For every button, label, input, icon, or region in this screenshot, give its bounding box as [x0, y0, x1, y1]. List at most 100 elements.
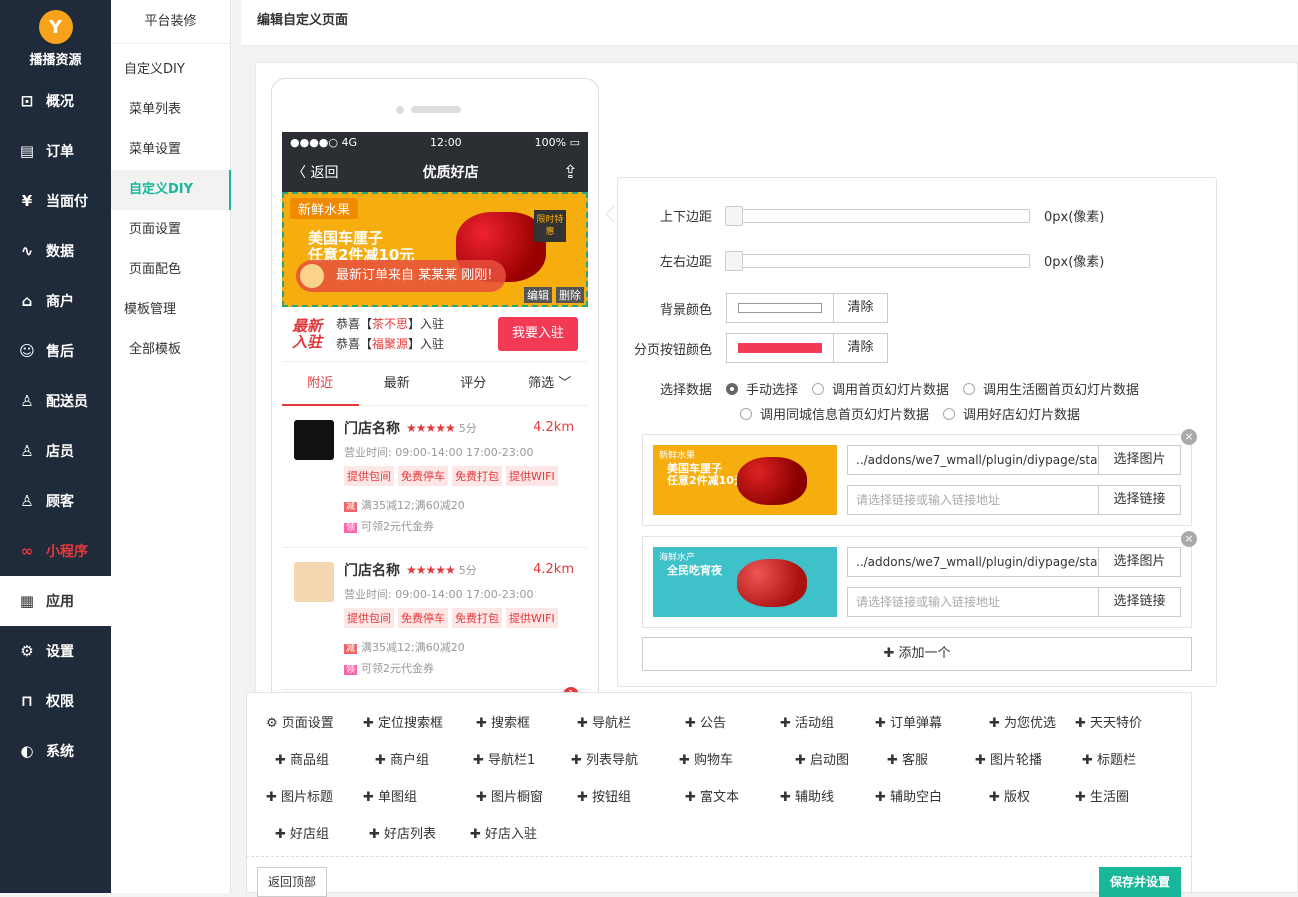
nav-item-3[interactable]: ∿ 数据 [0, 226, 111, 276]
radio-manual[interactable]: 手动选择 [726, 379, 798, 398]
delete-button[interactable]: 删除 [556, 287, 584, 303]
store-card[interactable]: 门店名称 ★★★★★ 5分 4.2km 营业时间: 09:00-14:00 17:00-… [282, 406, 588, 548]
tab-nearby[interactable]: 附近 [282, 362, 359, 406]
store-card[interactable]: 门店名称 ★★★★★ 5分 4.2km 营业时间: 09:00-14:00 17:00-… [282, 548, 588, 690]
thumb-line1: 全民吃宵夜 [667, 564, 722, 577]
palette-item[interactable]: ✚ 好店组 [275, 823, 329, 842]
overview-icon: ⊡ [20, 92, 34, 110]
tab-filter[interactable]: 筛选 ﹀ [512, 362, 589, 406]
palette-item[interactable]: ✚ 辅助空白 [875, 786, 942, 805]
nav-item-0[interactable]: ⊡ 概况 [0, 76, 111, 126]
bg-color-picker[interactable] [726, 293, 834, 323]
nav-item-10[interactable]: ▦ 应用 [0, 576, 111, 626]
subnav-page-settings[interactable]: 页面设置 [111, 210, 231, 250]
palette-item[interactable]: ✚ 好店入驻 [470, 823, 537, 842]
palette-item[interactable]: ✚ 为您优选 [989, 712, 1056, 731]
add-slide-button[interactable]: ✚ 添加一个 [642, 637, 1192, 671]
palette-item[interactable]: ✚ 搜索框 [476, 712, 530, 731]
palette-item[interactable]: ✚ 启动图 [795, 749, 849, 768]
subnav-menu-settings[interactable]: 菜单设置 [111, 130, 231, 170]
nav-item-9[interactable]: ∞ 小程序 [0, 526, 111, 576]
palette-item[interactable]: ✚ 活动组 [780, 712, 834, 731]
nav-item-2[interactable]: ¥ 当面付 [0, 176, 111, 226]
pager-color-picker[interactable] [726, 333, 834, 363]
nav-item-8[interactable]: ♙ 顾客 [0, 476, 111, 526]
palette-item[interactable]: ✚ 图片标题 [266, 786, 333, 805]
palette-item[interactable]: ✚ 天天特价 [1075, 712, 1142, 731]
palette-item[interactable]: ✚ 客服 [887, 749, 928, 768]
margin-vertical-slider[interactable] [725, 205, 1030, 226]
margin-vertical-label: 上下边距 [659, 210, 712, 225]
pager-color-clear-button[interactable]: 清除 [834, 333, 888, 363]
link-input[interactable]: 请选择链接或输入链接地址 [847, 485, 1099, 515]
palette-item[interactable]: ✚ 商户组 [375, 749, 429, 768]
subnav-page-colors[interactable]: 页面配色 [111, 250, 231, 290]
margin-horizontal-slider[interactable] [725, 250, 1030, 271]
palette-item[interactable]: ✚ 辅助线 [780, 786, 834, 805]
back-button[interactable]: 〈 返回 [292, 162, 338, 182]
edit-button[interactable]: 编辑 [524, 287, 552, 303]
radio-store-slides[interactable]: 调用好店幻灯片数据 [943, 404, 1080, 423]
subnav-menu-list[interactable]: 菜单列表 [111, 90, 231, 130]
select-link-button[interactable]: 选择链接 [1099, 587, 1181, 617]
palette-item[interactable]: ⚙ 页面设置 [266, 712, 334, 731]
tab-rating[interactable]: 评分 [435, 362, 512, 406]
palette-item[interactable]: ✚ 导航栏 [577, 712, 631, 731]
nav-item-12[interactable]: ⊓ 权限 [0, 676, 111, 726]
close-icon[interactable]: × [1181, 429, 1197, 445]
image-path-input[interactable]: ../addons/we7_wmall/plugin/diypage/stati… [847, 547, 1099, 577]
subnav-group-templates[interactable]: 模板管理 [111, 290, 231, 330]
radio-life-slides[interactable]: 调用生活圈首页幻灯片数据 [963, 379, 1139, 398]
radio-label: 手动选择 [746, 383, 799, 398]
palette-item[interactable]: ✚ 公告 [685, 712, 726, 731]
nav-item-5[interactable]: ☺ 售后 [0, 326, 111, 376]
store-name: 门店名称 [344, 563, 400, 579]
nav-item-7[interactable]: ♙ 店员 [0, 426, 111, 476]
share-icon[interactable]: ⇪ [563, 162, 578, 183]
palette-item[interactable]: ✚ 商品组 [275, 749, 329, 768]
palette-item[interactable]: ✚ 列表导航 [571, 749, 638, 768]
subnav-custom-diy[interactable]: 自定义DIY [111, 170, 231, 210]
palette-item[interactable]: ✚ 按钮组 [577, 786, 631, 805]
palette-item[interactable]: ✚ 单图组 [363, 786, 417, 805]
palette-item[interactable]: ✚ 好店列表 [369, 823, 436, 842]
palette-item[interactable]: ✚ 图片橱窗 [476, 786, 543, 805]
nav-item-4[interactable]: ⌂ 商户 [0, 276, 111, 326]
clerk-icon: ♙ [20, 442, 34, 460]
close-icon[interactable]: × [1181, 531, 1197, 547]
subnav-all-templates[interactable]: 全部模板 [111, 330, 231, 370]
link-input[interactable]: 请选择链接或输入链接地址 [847, 587, 1099, 617]
slider-handle[interactable] [725, 250, 743, 271]
bg-color-clear-button[interactable]: 清除 [834, 293, 888, 323]
data-source-row: 选择数据 手动选择 调用首页幻灯片数据 调用生活圈首页幻灯片数据 [618, 379, 1153, 398]
banner-line1: 美国车厘子 [308, 229, 384, 247]
nav-item-6[interactable]: ♙ 配送员 [0, 376, 111, 426]
palette-item[interactable]: ✚ 富文本 [685, 786, 739, 805]
select-link-button[interactable]: 选择链接 [1099, 485, 1181, 515]
palette-item[interactable]: ✚ 生活圈 [1075, 786, 1129, 805]
store-tabs: 附近 最新 评分 筛选 ﹀ [282, 362, 588, 406]
nav-item-13[interactable]: ◐ 系统 [0, 726, 111, 776]
nav-item-11[interactable]: ⚙ 设置 [0, 626, 111, 676]
image-path-input[interactable]: ../addons/we7_wmall/plugin/diypage/stati… [847, 445, 1099, 475]
palette-item[interactable]: ✚ 版权 [989, 786, 1030, 805]
nav-item-1[interactable]: ▤ 订单 [0, 126, 111, 176]
radio-home-slides[interactable]: 调用首页幻灯片数据 [812, 379, 949, 398]
select-image-button[interactable]: 选择图片 [1099, 445, 1181, 475]
store-tags: 提供包间 免费停车 免费打包 提供WIFI [344, 608, 588, 628]
join-button[interactable]: 我要入驻 [498, 317, 578, 351]
banner-slider[interactable]: 新鲜水果 美国车厘子 任意2件减10元 限时特惠 最新订单来自 某某某 刚刚! … [282, 192, 588, 307]
tab-latest[interactable]: 最新 [359, 362, 436, 406]
palette-item[interactable]: ✚ 导航栏1 [473, 749, 535, 768]
palette-item[interactable]: ✚ 标题栏 [1082, 749, 1136, 768]
palette-item[interactable]: ✚ 购物车 [679, 749, 733, 768]
store-name: 门店名称 [344, 421, 400, 437]
select-image-button[interactable]: 选择图片 [1099, 547, 1181, 577]
palette-item[interactable]: ✚ 订单弹幕 [875, 712, 942, 731]
bg-color-label: 背景颜色 [659, 302, 712, 318]
subnav-group-diy[interactable]: 自定义DIY [111, 50, 231, 90]
radio-city-slides[interactable]: 调用同城信息首页幻灯片数据 [740, 404, 929, 423]
palette-item[interactable]: ✚ 定位搜索框 [363, 712, 443, 731]
slider-handle[interactable] [725, 205, 743, 226]
palette-item[interactable]: ✚ 图片轮播 [975, 749, 1042, 768]
